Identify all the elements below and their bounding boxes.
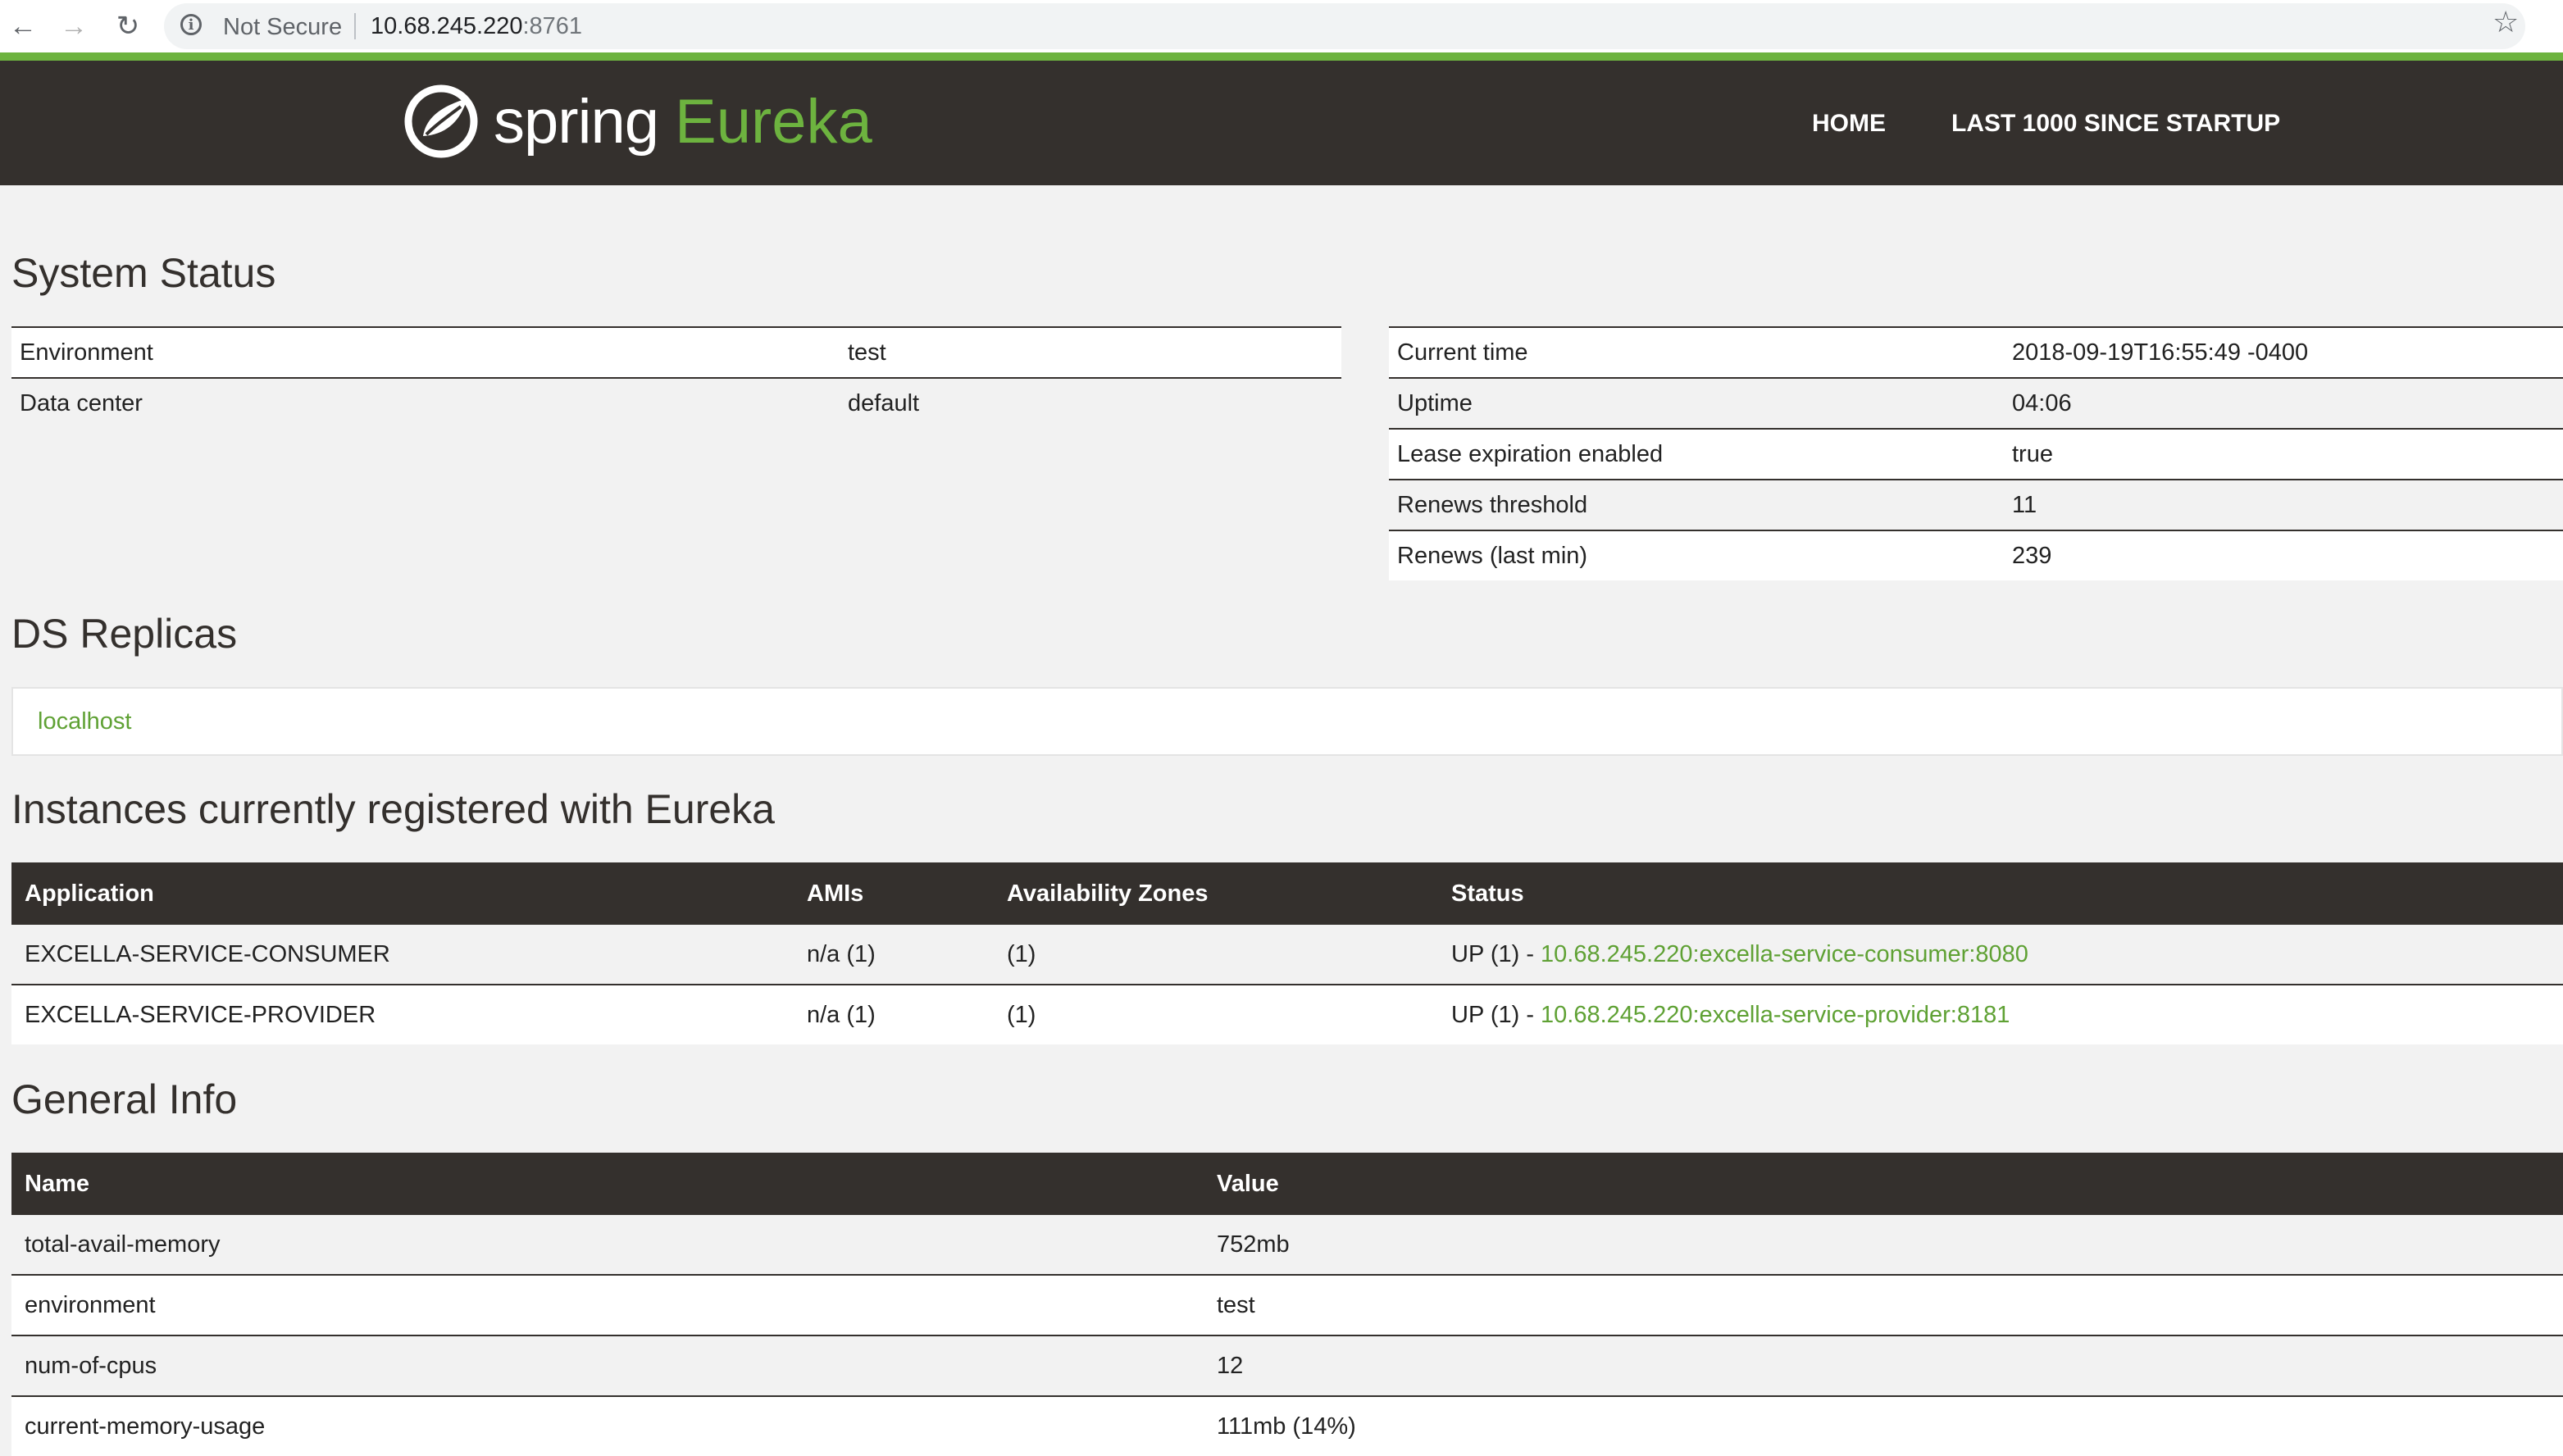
info-name: environment	[11, 1274, 1204, 1335]
table-row: current-memory-usage 111mb (14%)	[11, 1395, 2563, 1456]
table-row: total-avail-memory 752mb	[11, 1215, 2563, 1275]
col-application: Application	[11, 862, 794, 925]
spring-leaf-icon	[404, 84, 478, 158]
instance-zones: (1)	[994, 925, 1438, 985]
info-value: 12	[1204, 1335, 2563, 1396]
address-separator	[354, 13, 356, 39]
system-status-right-table: Current time 2018-09-19T16:55:49 -0400 U…	[1389, 326, 2563, 580]
forward-icon[interactable]: →	[57, 10, 90, 43]
back-icon[interactable]: ←	[7, 10, 39, 43]
instance-link[interactable]: 10.68.245.220:excella-service-provider:8…	[1541, 1002, 2010, 1028]
table-header-row: Name Value	[11, 1153, 2563, 1215]
system-status-left-table: Environment test Data center default	[11, 326, 1341, 428]
replica-link-localhost[interactable]: localhost	[38, 708, 131, 735]
instance-status: UP (1) - 10.68.245.220:excella-service-c…	[1438, 925, 2563, 985]
status-value: 239	[2004, 530, 2563, 580]
info-name: current-memory-usage	[11, 1395, 1204, 1456]
brand-spring: spring	[494, 86, 659, 157]
bookmark-star-icon[interactable]: ☆	[2492, 5, 2519, 39]
instance-zones: (1)	[994, 984, 1438, 1044]
info-value: test	[1204, 1274, 2563, 1335]
table-row: Uptime 04:06	[1389, 377, 2563, 429]
table-row: num-of-cpus 12	[11, 1335, 2563, 1396]
status-name: Data center	[11, 377, 840, 428]
nav-last-1000[interactable]: LAST 1000 SINCE STARTUP	[1951, 110, 2280, 138]
site-header: spring Eureka HOME LAST 1000 SINCE START…	[0, 61, 2563, 185]
instance-application: EXCELLA-SERVICE-CONSUMER	[11, 925, 794, 985]
table-row: Renews (last min) 239	[1389, 530, 2563, 580]
status-value: 04:06	[2004, 377, 2563, 429]
instance-status: UP (1) - 10.68.245.220:excella-service-p…	[1438, 984, 2563, 1044]
info-name: total-avail-memory	[11, 1215, 1204, 1275]
status-value: 2018-09-19T16:55:49 -0400	[2004, 326, 2563, 378]
status-name: Lease expiration enabled	[1389, 428, 2004, 480]
col-value: Value	[1204, 1153, 2563, 1215]
instance-application: EXCELLA-SERVICE-PROVIDER	[11, 984, 794, 1044]
brand-eureka: Eureka	[675, 86, 872, 157]
status-prefix: UP (1) -	[1451, 940, 1541, 967]
url-port: :8761	[522, 13, 583, 39]
table-row: EXCELLA-SERVICE-PROVIDER n/a (1) (1) UP …	[11, 984, 2563, 1044]
instances-title: Instances currently registered with Eure…	[11, 786, 775, 832]
general-info-title: General Info	[11, 1076, 238, 1122]
status-value: true	[2004, 428, 2563, 480]
spring-eureka-logo[interactable]: spring Eureka	[403, 80, 872, 162]
status-value: 11	[2004, 479, 2563, 530]
table-row: Renews threshold 11	[1389, 479, 2563, 530]
instance-amis: n/a (1)	[794, 925, 994, 985]
table-row: Lease expiration enabled true	[1389, 428, 2563, 480]
status-name: Current time	[1389, 326, 2004, 378]
info-value: 111mb (14%)	[1204, 1395, 2563, 1456]
browser-toolbar: ← → ↻ i Not Secure 10.68.245.220:8761 ☆	[0, 0, 2563, 53]
address-bar[interactable]: i Not Secure 10.68.245.220:8761	[164, 3, 2525, 49]
status-value: default	[840, 377, 1341, 428]
url-host: 10.68.245.220	[371, 13, 523, 39]
accent-bar	[0, 52, 2563, 61]
ds-replicas-list: localhost	[11, 687, 2563, 756]
status-prefix: UP (1) -	[1451, 1001, 1541, 1028]
instance-amis: n/a (1)	[794, 984, 994, 1044]
system-status-title: System Status	[11, 250, 276, 296]
table-row: Environment test	[11, 326, 1341, 378]
table-row: environment test	[11, 1274, 2563, 1335]
table-header-row: Application AMIs Availability Zones Stat…	[11, 862, 2563, 925]
status-name: Uptime	[1389, 377, 2004, 429]
security-label: Not Secure	[223, 14, 343, 40]
info-icon[interactable]: i	[180, 14, 202, 35]
info-value: 752mb	[1204, 1215, 2563, 1275]
status-name: Renews (last min)	[1389, 530, 2004, 580]
col-name: Name	[11, 1153, 1204, 1215]
table-row: EXCELLA-SERVICE-CONSUMER n/a (1) (1) UP …	[11, 925, 2563, 985]
status-name: Environment	[11, 326, 840, 378]
instances-table: Application AMIs Availability Zones Stat…	[11, 862, 2563, 1044]
status-name: Renews threshold	[1389, 479, 2004, 530]
col-status: Status	[1438, 862, 2563, 925]
general-info-table: Name Value total-avail-memory 752mb envi…	[11, 1153, 2563, 1456]
info-name: num-of-cpus	[11, 1335, 1204, 1396]
instance-link[interactable]: 10.68.245.220:excella-service-consumer:8…	[1541, 941, 2028, 967]
nav-home[interactable]: HOME	[1812, 110, 1886, 138]
col-availability-zones: Availability Zones	[994, 862, 1438, 925]
table-row: Data center default	[11, 377, 1341, 428]
status-value: test	[840, 326, 1341, 378]
ds-replicas-title: DS Replicas	[11, 611, 238, 657]
col-amis: AMIs	[794, 862, 994, 925]
table-row: Current time 2018-09-19T16:55:49 -0400	[1389, 326, 2563, 378]
url-text[interactable]: 10.68.245.220:8761	[371, 13, 582, 40]
reload-icon[interactable]: ↻	[112, 10, 144, 43]
